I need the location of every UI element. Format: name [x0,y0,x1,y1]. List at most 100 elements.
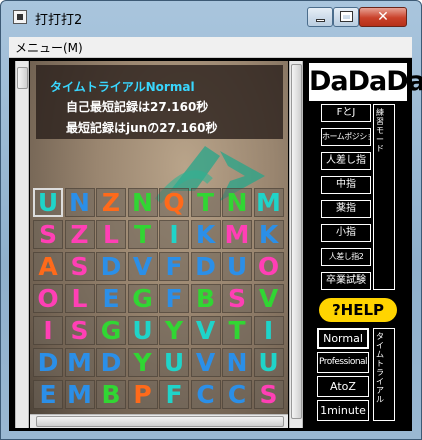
letter-cell: N [222,188,252,217]
letter-cell: P [127,380,158,409]
letter-cell: U [222,252,252,281]
mode-button-graduation-test[interactable]: 卒業試験 [321,272,371,290]
record-panel: タイムトライアルNormal 自己最短記録は27.160秒 最短記録はjunの2… [36,65,283,139]
letter-cell: U [127,316,158,345]
right-scrollbar[interactable] [289,61,303,428]
letter-cell: B [96,380,126,409]
side-panel: DaDaDa FとJ ホームポジション 人差し指 中指 薬指 小指 人差し指2 … [307,61,422,428]
letter-cell: D [96,252,126,281]
bottom-scrollbar[interactable] [30,414,288,428]
letter-cell: O [33,284,63,313]
letter-cell: I [33,316,63,345]
letter-cell: D [96,348,126,377]
left-scrollbar[interactable] [15,61,29,428]
letter-cell: M [64,380,95,409]
mode-button-fj[interactable]: FとJ [321,104,371,122]
letter-cell: U [159,348,189,377]
client-area: タイムトライアルNormal 自己最短記録は27.160秒 最短記録はjunの2… [9,58,422,431]
letter-cell: S [33,220,63,249]
trial-button-1minute[interactable]: 1minute [317,400,369,421]
menu-bar: メニュー(M) [9,37,412,58]
letter-cell: D [33,348,63,377]
app-window: 打打打2 ✕ メニュー(M) タイムトライアルNormal 自己最短記録は27.… [0,0,422,440]
letter-cell: M [64,348,95,377]
letter-cell: T [127,220,158,249]
letter-cell: N [127,188,158,217]
letter-cell: T [190,188,221,217]
letter-cell: S [222,284,252,313]
letter-cell: A [33,252,63,281]
letter-cell: S [253,380,284,409]
letter-cell: Z [96,188,126,217]
letter-cell: C [190,380,221,409]
letter-cell: V [190,348,221,377]
mode-button-home-position[interactable]: ホームポジション [321,128,371,146]
window-title: 打打打2 [35,13,83,28]
letter-cell: D [190,252,221,281]
title-bar[interactable]: 打打打2 ✕ [1,1,421,35]
letter-cell: F [159,380,189,409]
trial-button-atoz[interactable]: AtoZ [317,376,369,397]
practice-mode-label-box: 練習モード [373,104,395,290]
trial-button-normal[interactable]: Normal [317,328,369,349]
mode-button-index-finger-2[interactable]: 人差し指2 [321,248,371,266]
maximize-icon [341,12,352,21]
mode-button-little-finger[interactable]: 小指 [321,224,371,242]
letter-cell: M [222,220,252,249]
menu-item-main[interactable]: メニュー(M) [15,39,83,56]
letter-cell: K [253,220,284,249]
mode-title: タイムトライアルNormal [50,80,195,94]
letter-cell: V [127,252,158,281]
game-area[interactable]: タイムトライアルNormal 自己最短記録は27.160秒 最短記録はjunの2… [30,61,288,414]
help-button[interactable]: ?HELP [319,298,397,322]
letter-cell: U [33,188,63,217]
close-icon: ✕ [377,9,389,25]
letter-cell: E [33,380,63,409]
letter-grid: UNZNQTNMSZLTIKMKASDVFDUOOLEGFBSVISGUYVTI… [33,188,285,413]
left-scrollbar-thumb[interactable] [17,67,28,89]
letter-cell: B [190,284,221,313]
dadada-logo: DaDaDa [309,63,422,101]
letter-cell: N [222,348,252,377]
letter-cell: N [64,188,95,217]
time-trial-label-box: タイムトライアル [373,328,395,421]
bottom-scrollbar-thumb[interactable] [36,416,284,427]
letter-cell: Q [159,188,189,217]
letter-cell: I [253,316,284,345]
practice-mode-label: 練習モード [376,108,384,153]
letter-cell: T [222,316,252,345]
personal-best: 自己最短記録は27.160秒 [66,100,209,114]
mode-button-ring-finger[interactable]: 薬指 [321,200,371,218]
letter-cell: S [64,252,95,281]
time-trial-label: タイムトライアル [376,332,384,404]
letter-cell: M [253,188,284,217]
letter-cell: V [253,284,284,313]
letter-cell: G [127,284,158,313]
letter-cell: L [96,220,126,249]
close-button[interactable]: ✕ [359,7,407,27]
letter-cell: F [159,284,189,313]
letter-cell: I [159,220,189,249]
letter-cell: Z [64,220,95,249]
right-scrollbar-thumb[interactable] [291,64,302,419]
letter-cell: Y [127,348,158,377]
mode-button-middle-finger[interactable]: 中指 [321,176,371,194]
overall-best: 最短記録はjunの27.160秒 [66,121,218,135]
trial-button-professional[interactable]: Professional [317,352,369,373]
letter-cell: L [64,284,95,313]
letter-cell: U [253,348,284,377]
letter-cell: V [190,316,221,345]
letter-cell: Y [159,316,189,345]
letter-cell: F [159,252,189,281]
mode-button-index-finger[interactable]: 人差し指 [321,152,371,170]
app-icon[interactable] [13,10,27,24]
minimize-icon [316,19,325,22]
letter-cell: K [190,220,221,249]
letter-cell: C [222,380,252,409]
letter-cell: S [64,316,95,345]
letter-cell: G [96,316,126,345]
letter-cell: E [96,284,126,313]
minimize-button[interactable] [307,7,333,27]
maximize-button[interactable] [333,7,359,27]
letter-cell: O [253,252,284,281]
